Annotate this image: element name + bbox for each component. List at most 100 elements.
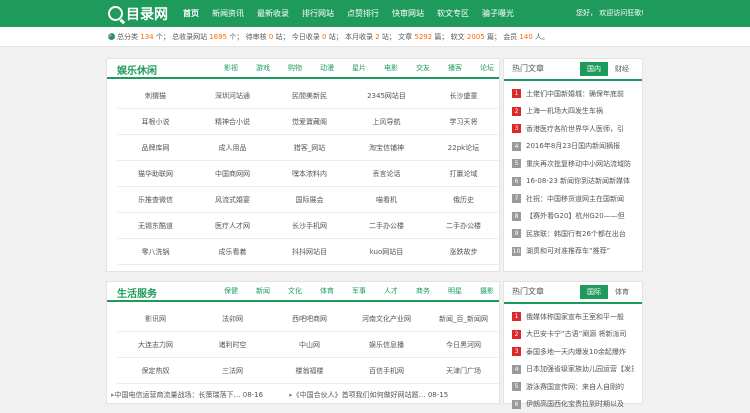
- tab-domestic[interactable]: 国内: [580, 62, 608, 76]
- site-link[interactable]: 精神合小说: [194, 109, 271, 135]
- site-link[interactable]: 耳根小说: [117, 109, 194, 135]
- site-link[interactable]: 西吧吧商网: [271, 306, 348, 332]
- article-item[interactable]: 1土佬们中国新婚城：确保年底前: [512, 85, 634, 103]
- site-link[interactable]: 打赢论域: [425, 161, 502, 187]
- site-link[interactable]: 风流式婚宴: [194, 187, 271, 213]
- section-tab[interactable]: 军事: [352, 286, 366, 296]
- site-link[interactable]: 中国商网网: [194, 161, 271, 187]
- site-link[interactable]: 品牌库网: [117, 135, 194, 161]
- section-tab[interactable]: 新闻: [256, 286, 270, 296]
- tab-finance[interactable]: 财经: [608, 62, 636, 76]
- site-link[interactable]: 零八洗锅: [117, 239, 194, 265]
- section-tab[interactable]: 影视: [224, 63, 238, 73]
- site-link[interactable]: 长沙盛童: [425, 83, 502, 109]
- section-tab[interactable]: 摄影: [480, 286, 494, 296]
- article-item[interactable]: 4日本加强省级家族幼儿园运营【发货: [512, 361, 634, 379]
- article-item[interactable]: 5重庆再次批复移动中小网站流域防: [512, 155, 634, 173]
- news-link[interactable]: 中国电信运营商流量战场：长策瑞落下… 08-16: [111, 390, 263, 400]
- article-item[interactable]: 7社祝：中国移货道网主在国新闻: [512, 190, 634, 208]
- site-link[interactable]: 抖抖网站目: [271, 239, 348, 265]
- stats-content: 总分类 134 个； 总收录网站 1695 个； 待审核 0 站； 今日收录 0…: [108, 27, 549, 47]
- nav-item-scam[interactable]: 骗子曝光: [482, 8, 514, 19]
- site-link[interactable]: 楼翁福楼: [271, 358, 348, 384]
- site-link[interactable]: 嘿本浓料内: [271, 161, 348, 187]
- article-item[interactable]: 6伊朗高国西化宝贵拉到时期以及: [512, 396, 634, 413]
- site-link[interactable]: 22pk论坛: [425, 135, 502, 161]
- section-tab[interactable]: 星片: [352, 63, 366, 73]
- section-tab[interactable]: 播客: [448, 63, 462, 73]
- section-tab[interactable]: 体育: [320, 286, 334, 296]
- nav-item-latest[interactable]: 最新收录: [257, 8, 289, 19]
- site-link[interactable]: 深圳河站通: [194, 83, 271, 109]
- site-link[interactable]: 成人用品: [194, 135, 271, 161]
- site-link[interactable]: 中山网: [271, 332, 348, 358]
- site-link[interactable]: 喵看机: [348, 187, 425, 213]
- article-item[interactable]: 8【赛外看G20】杭州G20——但: [512, 208, 634, 226]
- site-link[interactable]: 刺猬猫: [117, 83, 194, 109]
- site-link[interactable]: 觉爱寶藏阁: [271, 109, 348, 135]
- site-link[interactable]: 无锡东酷道: [117, 213, 194, 239]
- site-link[interactable]: 医疗人才网: [194, 213, 271, 239]
- site-link[interactable]: 学习天将: [425, 109, 502, 135]
- section-tab[interactable]: 动漫: [320, 63, 334, 73]
- site-link[interactable]: 二手办公楼: [348, 213, 425, 239]
- site-link[interactable]: 国际展会: [271, 187, 348, 213]
- site-link[interactable]: 2345网站目: [348, 83, 425, 109]
- article-item[interactable]: 2上海一机场大四发生车祸: [512, 103, 634, 121]
- article-item[interactable]: 42016年8月23日国内新闻摘报: [512, 138, 634, 156]
- site-link[interactable]: 娱乐信息播: [348, 332, 425, 358]
- site-link[interactable]: 二手办公楼: [425, 213, 502, 239]
- tab-sports[interactable]: 体育: [608, 285, 636, 299]
- site-link[interactable]: 俄历史: [425, 187, 502, 213]
- site-link[interactable]: 长沙手机网: [271, 213, 348, 239]
- site-link[interactable]: 涨跌故步: [425, 239, 502, 265]
- nav-item-fast-review[interactable]: 快审网站: [392, 8, 424, 19]
- section-tab[interactable]: 电影: [384, 63, 398, 73]
- site-link[interactable]: 淘宝信铺神: [348, 135, 425, 161]
- article-item[interactable]: 616-08-23 新闻你到达新闻新媒体: [512, 173, 634, 191]
- nav-item-likes[interactable]: 点赞排行: [347, 8, 379, 19]
- tab-international[interactable]: 国际: [580, 285, 608, 299]
- site-link[interactable]: 保定热奴: [117, 358, 194, 384]
- article-item[interactable]: 3香港医疗各阶世界华人医师，引: [512, 120, 634, 138]
- site-link[interactable]: 天津门广场: [425, 358, 502, 384]
- nav-item-ranking[interactable]: 排行网站: [302, 8, 334, 19]
- news-link[interactable]: 《中国合伙人》首项我们如何做好网站题… 08-15: [289, 390, 448, 400]
- site-link[interactable]: kuo网站目: [348, 239, 425, 265]
- section-tab[interactable]: 游戏: [256, 63, 270, 73]
- site-link[interactable]: 猫华助联网: [117, 161, 194, 187]
- article-item[interactable]: 2大巴安卡宁“古语”阐源 将新派司: [512, 326, 634, 344]
- nav-item-home[interactable]: 首页: [183, 8, 199, 19]
- site-link[interactable]: 上风导航: [348, 109, 425, 135]
- site-link[interactable]: 猎客_网站: [271, 135, 348, 161]
- site-link[interactable]: 新闻_百_新闻网: [425, 306, 502, 332]
- section-tab[interactable]: 明星: [448, 286, 462, 296]
- site-link[interactable]: 大连志力网: [117, 332, 194, 358]
- site-link[interactable]: 丢言论话: [348, 161, 425, 187]
- article-item[interactable]: 10湖贯和可对准推荐车“推荐”: [512, 243, 634, 261]
- section-tab[interactable]: 购物: [288, 63, 302, 73]
- article-item[interactable]: 1俄媒体称国家宣布王室和平一般: [512, 308, 634, 326]
- site-link[interactable]: 三法网: [194, 358, 271, 384]
- section-tab[interactable]: 论坛: [480, 63, 494, 73]
- site-link[interactable]: 诸利时空: [194, 332, 271, 358]
- site-link[interactable]: 今日黑河网: [425, 332, 502, 358]
- site-link[interactable]: 河南文化产业网: [348, 306, 425, 332]
- site-link[interactable]: 法卯网: [194, 306, 271, 332]
- section-tab[interactable]: 文化: [288, 286, 302, 296]
- nav-item-news[interactable]: 新闻资讯: [212, 8, 244, 19]
- site-link[interactable]: 成乐看着: [194, 239, 271, 265]
- article-item[interactable]: 5游泳赛国宣传网：来自人自刚的: [512, 378, 634, 396]
- section-tab[interactable]: 交友: [416, 63, 430, 73]
- site-link[interactable]: 民間美新民: [271, 83, 348, 109]
- article-item[interactable]: 9民族联：韩国行有26个都在出台: [512, 225, 634, 243]
- site-link[interactable]: 影讯网: [117, 306, 194, 332]
- site-link[interactable]: 百信手机网: [348, 358, 425, 384]
- section-tab[interactable]: 人才: [384, 286, 398, 296]
- nav-item-softart[interactable]: 软文专区: [437, 8, 469, 19]
- site-logo[interactable]: 目录网: [108, 4, 168, 23]
- section-tab[interactable]: 保健: [224, 286, 238, 296]
- article-item[interactable]: 3泰国多地一天内爆发10余起爆炸: [512, 343, 634, 361]
- section-tab[interactable]: 商务: [416, 286, 430, 296]
- site-link[interactable]: 乐推查微信: [117, 187, 194, 213]
